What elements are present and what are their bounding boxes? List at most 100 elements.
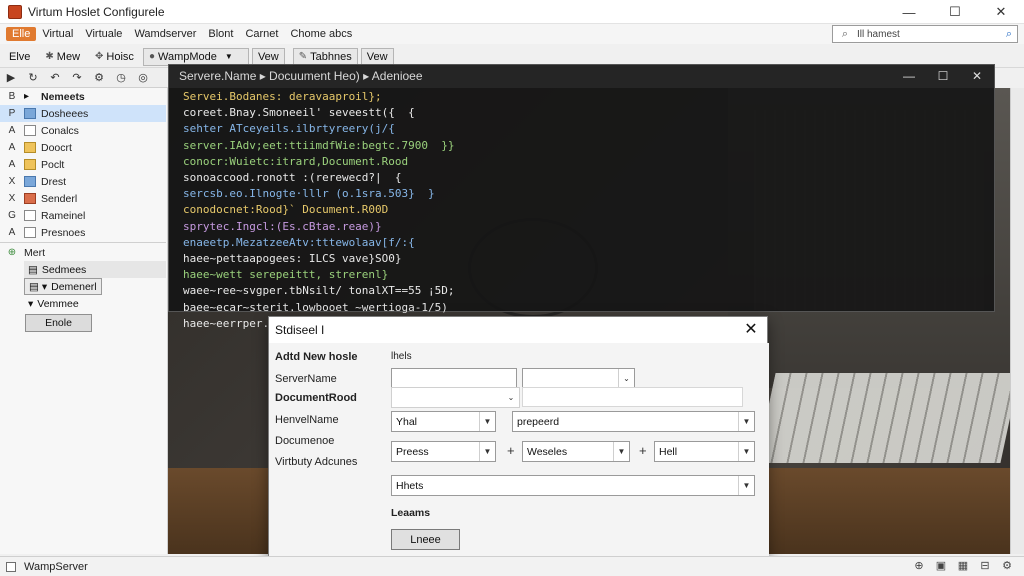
list-icon: ▤ xyxy=(28,263,38,276)
sidebar-item-senderl[interactable]: X Senderl xyxy=(0,190,166,207)
sidebar-item-label: Rameinel xyxy=(41,209,86,222)
sidebar-item-dosheees[interactable]: P Dosheees xyxy=(0,105,166,122)
sidebar-item-poclt[interactable]: A Poclt xyxy=(0,156,166,173)
preess-select[interactable]: Preess ▼ xyxy=(391,441,496,462)
maximize-button[interactable]: ☐ xyxy=(932,0,978,24)
code-window-title: Servere.Name ▸ Docuument Heo) ▸ Adenioee xyxy=(179,69,423,83)
sidebar-section-mert[interactable]: ⊕ Mert xyxy=(0,244,166,261)
secondary-toolbar: ▶ ↻ ↶ ↷ ⚙ ◷ ◎ xyxy=(0,68,168,88)
code-close-button[interactable]: ✕ xyxy=(960,65,994,87)
refresh-icon[interactable]: ↻ xyxy=(22,71,44,84)
chevron-down-icon: ▼ xyxy=(479,412,495,431)
app-icon xyxy=(8,4,22,19)
sidebar-header[interactable]: B ▸ Nemeets xyxy=(0,88,166,105)
hervername-select[interactable]: Yhal ▼ xyxy=(391,411,496,432)
search-input[interactable]: Ill hamest xyxy=(857,29,1001,40)
toolbar-tabs-button[interactable]: ✎ Tabhnes xyxy=(292,47,358,66)
menu-file[interactable]: Elle xyxy=(6,27,37,41)
toolbar-view-button[interactable]: Vew xyxy=(251,47,285,66)
folder-icon xyxy=(24,159,36,170)
mode-dropdown-label: WampMode xyxy=(157,50,217,63)
status-icon xyxy=(6,561,16,572)
dialog-heading-note: lhels xyxy=(391,351,412,362)
toolbar-view2-button[interactable]: Vew xyxy=(360,47,394,66)
sidebar-section-label: Mert xyxy=(24,246,45,259)
toolbar-tabs-label: Tabhnes xyxy=(310,50,352,63)
layout-icon[interactable]: ▣ xyxy=(930,559,952,572)
link-icon[interactable]: ↷ xyxy=(66,71,88,84)
dialog-close-button[interactable]: ✕ xyxy=(741,320,761,340)
menu-virtuale[interactable]: Virtuale xyxy=(79,28,128,40)
search-box[interactable]: ⌕ Ill hamest ⌕ xyxy=(832,25,1018,43)
hosts-icon: ✥ xyxy=(95,51,104,62)
play-icon[interactable]: ▶ xyxy=(0,71,22,84)
toolbar-elve[interactable]: Elve xyxy=(3,48,36,66)
back-icon[interactable]: ↶ xyxy=(44,71,66,84)
document-root-select[interactable]: ⌄ xyxy=(391,387,520,408)
row-marker: A xyxy=(8,227,16,238)
folder-icon xyxy=(24,142,36,153)
grid-icon[interactable]: ▦ xyxy=(952,559,974,572)
close-button[interactable]: ✕ xyxy=(978,0,1024,24)
sidebar-item-drest[interactable]: X Drest xyxy=(0,173,166,190)
sidebar-subitem-demenerl[interactable]: ▤ ▾ Demenerl xyxy=(24,278,102,295)
chevron-down-icon: ⌄ xyxy=(618,369,634,388)
chevron-down-icon: ▼ xyxy=(613,442,629,461)
code-line: sehter ATceyeils.ilbrtyreery(j/{ xyxy=(183,122,395,136)
toolbar-new-button[interactable]: ✱ Mew xyxy=(39,48,86,66)
dialog-heading: Adtd New hosle xyxy=(275,351,358,363)
document-icon xyxy=(24,176,36,187)
target-icon[interactable]: ◎ xyxy=(132,71,154,84)
code-minimize-button[interactable]: — xyxy=(892,65,926,87)
sidebar-item-conalcs[interactable]: A Conalcs xyxy=(0,122,166,139)
hell-select[interactable]: Hell ▼ xyxy=(654,441,755,462)
row-marker: A xyxy=(8,125,16,136)
server-name-select[interactable]: ⌄ xyxy=(522,368,635,389)
plus-icon[interactable]: + xyxy=(507,443,515,458)
leaves-label: Leaams xyxy=(391,507,431,519)
settings-icon[interactable]: ⚙ xyxy=(996,559,1018,572)
dialog-submit-button[interactable]: Lneee xyxy=(391,529,460,550)
menu-carnet[interactable]: Carnet xyxy=(239,28,284,40)
fit-icon[interactable]: ⊟ xyxy=(974,559,996,572)
menu-blont[interactable]: Blont xyxy=(202,28,239,40)
menu-wampserver[interactable]: Wamdserver xyxy=(128,28,202,40)
toolbar-hosts-label: Hoisc xyxy=(106,50,134,63)
weseles-select[interactable]: Weseles ▼ xyxy=(522,441,630,462)
zoom-icon[interactable]: ⊕ xyxy=(908,559,930,572)
plus-icon[interactable]: + xyxy=(639,443,647,458)
menu-chome-suffix: abcs xyxy=(329,28,353,40)
sidebar-item-presnoes[interactable]: A Presnoes xyxy=(0,224,166,241)
search-go-icon[interactable]: ⌕ xyxy=(1001,28,1017,41)
clock-icon[interactable]: ◷ xyxy=(110,71,132,84)
arrow-icon: ▸ xyxy=(24,91,30,102)
title-bar: Virtum Hoslet Configurele — ☐ ✕ xyxy=(0,0,1024,24)
tabs-icon: ✎ xyxy=(298,51,308,62)
mode-dropdown[interactable]: ● WampMode ▼ xyxy=(142,47,249,66)
file-icon xyxy=(24,125,36,136)
code-maximize-button[interactable]: ☐ xyxy=(926,65,960,87)
gear-icon[interactable]: ⚙ xyxy=(88,71,110,84)
prepeerd-select[interactable]: prepeerd ▼ xyxy=(512,411,755,432)
status-bar: WampServer ⊕ ▣ ▦ ⊟ ⚙ xyxy=(0,556,1024,576)
file-icon xyxy=(24,227,36,238)
sidebar-subitem-sedmees[interactable]: ▤ Sedmees xyxy=(24,261,166,278)
server-name-input[interactable] xyxy=(391,368,517,388)
code-editor[interactable]: Servei.Bodanes: deravaaproil}; coreet.Bn… xyxy=(183,89,983,330)
sidebar-item-rameinel[interactable]: G Rameinel xyxy=(0,207,166,224)
minimize-button[interactable]: — xyxy=(886,0,932,24)
document-root-input[interactable] xyxy=(522,387,743,407)
chevron-down-icon: ▼ xyxy=(479,442,495,461)
vertical-scrollbar[interactable] xyxy=(1010,88,1024,554)
sidebar-subitem-vemmee[interactable]: ▾ Vemmee xyxy=(24,295,83,312)
section-icon: ⊕ xyxy=(7,247,17,258)
menu-chome[interactable]: Chome abcs xyxy=(284,28,358,40)
enable-button[interactable]: Enole xyxy=(25,314,92,332)
window-title: Virtum Hoslet Configurele xyxy=(28,4,165,19)
row-marker: G xyxy=(8,210,16,221)
sidebar-item-doocrt[interactable]: A Doocrt xyxy=(0,139,166,156)
document-icon xyxy=(24,108,36,119)
hhets-select[interactable]: Hhets ▼ xyxy=(391,475,755,496)
menu-virtual[interactable]: Virtual xyxy=(36,28,79,40)
toolbar-hosts-button[interactable]: ✥ Hoisc xyxy=(89,48,140,66)
